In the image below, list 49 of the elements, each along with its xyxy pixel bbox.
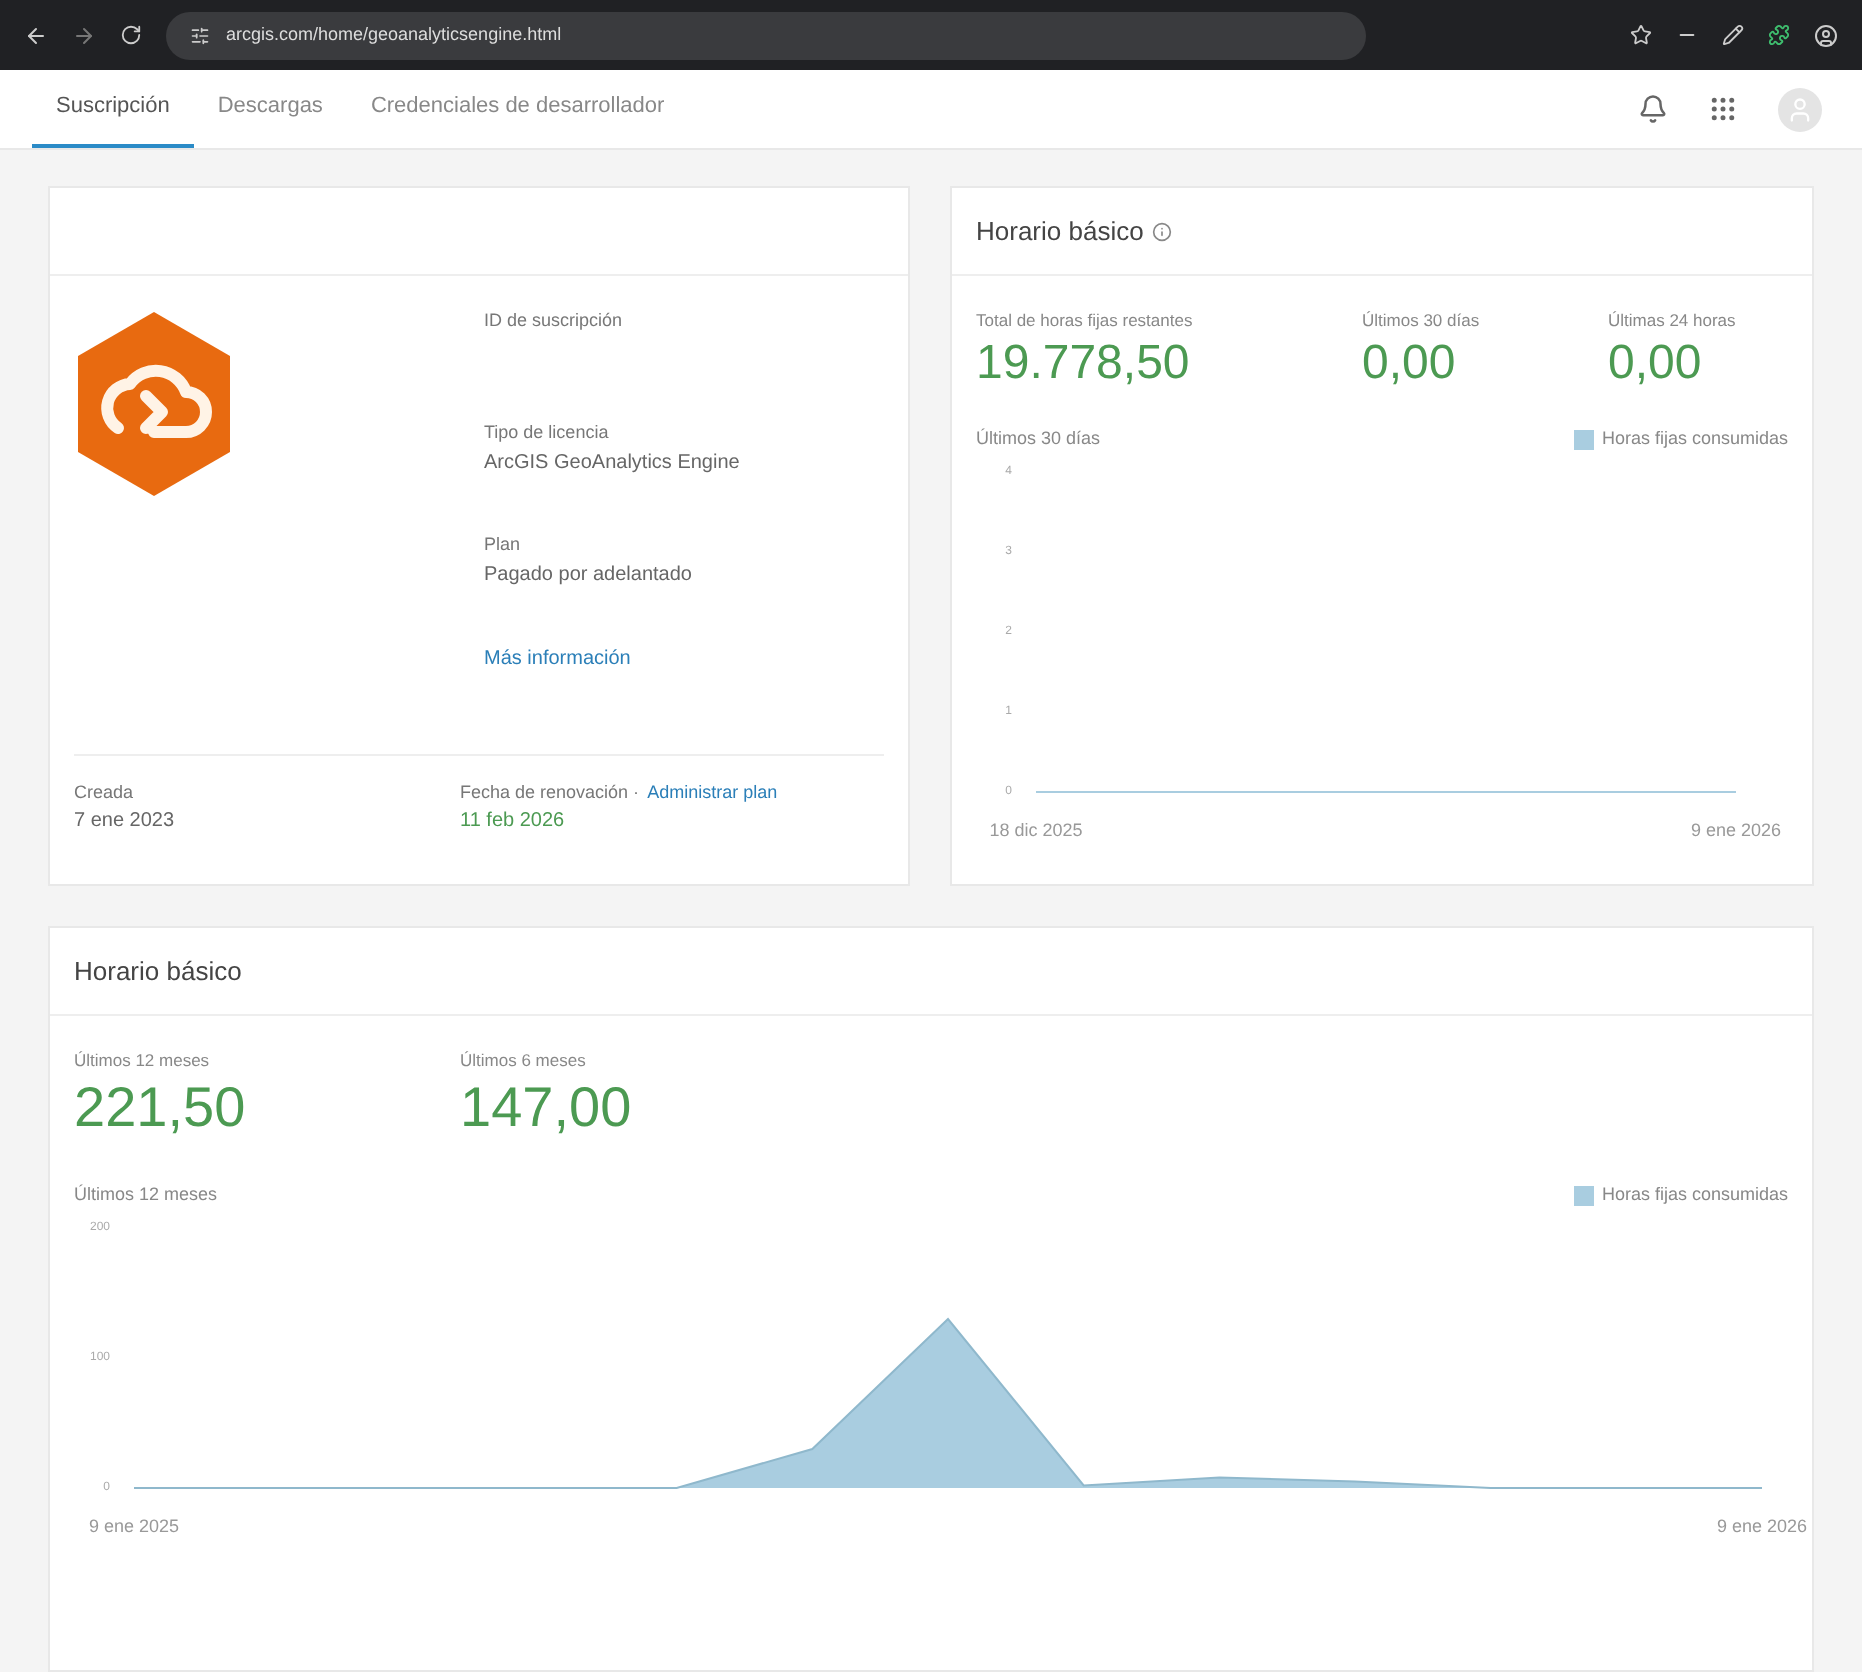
stat-value: 147,00	[460, 1073, 634, 1142]
chart-label: Últimos 12 meses	[74, 1181, 218, 1208]
address-bar[interactable]: arcgis.com/home/geoanalyticsengine.html	[166, 11, 1366, 59]
created-label: Creada	[74, 779, 136, 805]
card-title: Horario básico	[976, 213, 1144, 250]
chart-label: Últimos 30 días	[976, 425, 1101, 452]
apps-grid-icon[interactable]	[1708, 94, 1738, 124]
legend-swatch-icon	[1573, 429, 1594, 449]
field-value: Pagado por adelantado	[484, 561, 694, 589]
forward-icon[interactable]	[72, 23, 96, 47]
stat-label: Últimos 6 meses	[460, 1048, 588, 1074]
renewal-label: Fecha de renovación ·	[460, 779, 640, 805]
field-label: Tipo de licencia	[484, 420, 611, 446]
back-icon[interactable]	[24, 23, 48, 47]
tab[interactable]: Suscripción	[32, 70, 194, 148]
stat-value: 19.778,50	[976, 333, 1192, 394]
field-label: Plan	[484, 532, 523, 558]
stat-label: Últimos 12 meses	[74, 1048, 212, 1074]
info-icon[interactable]	[1151, 221, 1172, 241]
field-label: ID de suscripción	[484, 308, 625, 334]
notifications-icon[interactable]	[1638, 94, 1668, 124]
axis-tick-label: 9 ene 2026	[1716, 1516, 1808, 1537]
bookmark-icon[interactable]	[1630, 24, 1652, 46]
stat-value: 0,00	[1608, 333, 1704, 394]
reload-icon[interactable]	[120, 24, 142, 46]
manage-plan-link[interactable]: Administrar plan	[647, 779, 778, 806]
pencil-icon[interactable]	[1722, 24, 1744, 46]
axis-tick-label: 18 dic 2025	[989, 820, 1083, 841]
tab[interactable]: Credenciales de desarrollador	[346, 70, 689, 148]
card-title: Horario básico	[74, 953, 242, 990]
legend-label: Horas fijas consumidas	[1601, 425, 1788, 452]
product-logo-icon	[74, 308, 234, 500]
legend-swatch-icon	[1573, 1185, 1594, 1205]
renewal-date: 11 feb 2026	[460, 808, 567, 836]
axis-tick-label: 9 ene 2025	[88, 1516, 180, 1537]
stat-value: 221,50	[74, 1073, 248, 1142]
tab[interactable]: Descargas	[193, 70, 347, 148]
more-info-link[interactable]: Más información	[484, 644, 740, 674]
profile-icon[interactable]	[1814, 23, 1838, 47]
field-value: ArcGIS GeoAnalytics Engine	[484, 449, 740, 477]
stat-label: Últimos 30 días	[1362, 308, 1482, 334]
site-settings-icon[interactable]	[190, 25, 210, 45]
axis-tick-label: 9 ene 2026	[1690, 820, 1782, 841]
legend-label: Horas fijas consumidas	[1601, 1181, 1788, 1208]
extensions-icon[interactable]	[1768, 24, 1790, 46]
stat-value: 0,00	[1362, 333, 1458, 394]
created-date: 7 ene 2023	[74, 808, 177, 836]
stat-label: Últimas 24 horas	[1608, 308, 1736, 334]
stat-label: Total de horas fijas restantes	[976, 308, 1195, 334]
